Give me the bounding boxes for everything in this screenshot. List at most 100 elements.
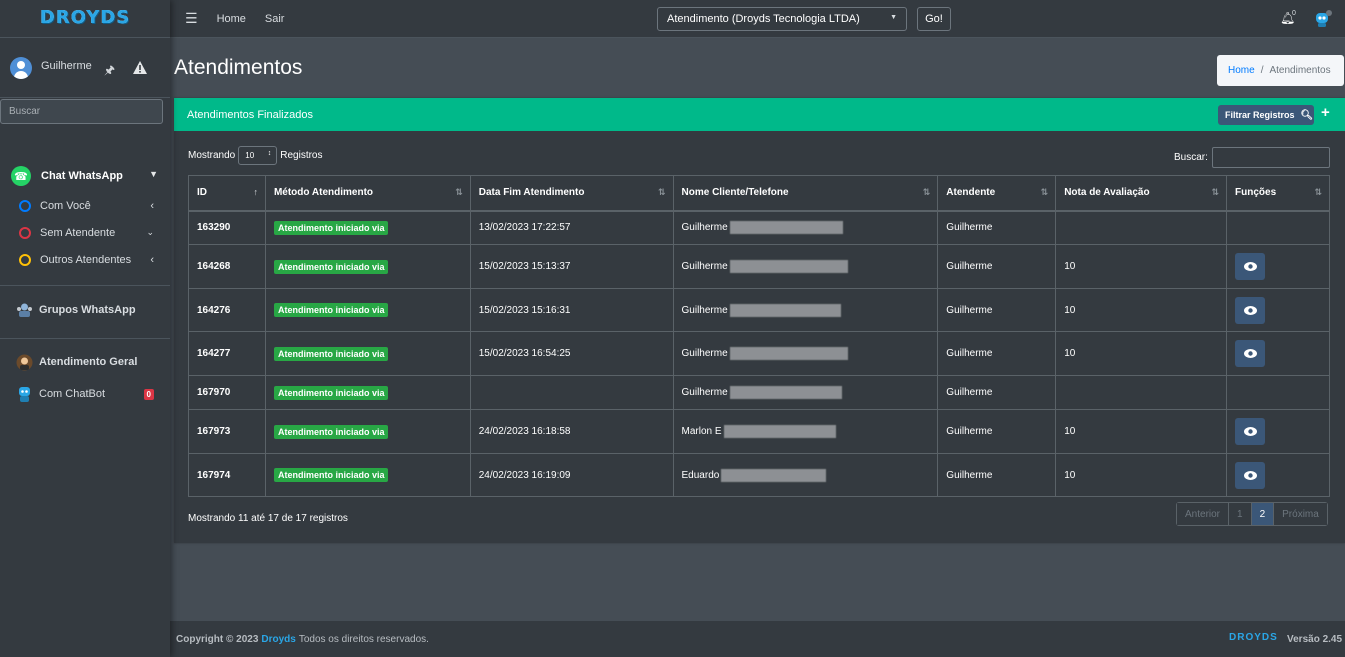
nav-link-sair[interactable]: Sair bbox=[265, 13, 285, 25]
eye-icon bbox=[1243, 305, 1257, 315]
sidebar-item-grupos-whatsapp[interactable]: Grupos WhatsApp bbox=[0, 294, 170, 326]
divider bbox=[0, 285, 170, 286]
column-header-nota[interactable]: Nota de Avaliação ⇅ bbox=[1055, 175, 1228, 212]
sidebar-item-com-voce[interactable]: Com Você ‹ bbox=[0, 192, 170, 219]
column-header-label: ID bbox=[197, 187, 207, 199]
sidebar-item-label: Outros Atendentes bbox=[40, 253, 132, 266]
view-button[interactable] bbox=[1235, 418, 1266, 445]
cell-id: 163290 bbox=[188, 210, 266, 245]
sidebar-item-chat-whatsapp[interactable]: ☎ Chat WhatsApp ▼ bbox=[0, 160, 170, 192]
cell-nota: 10 bbox=[1055, 331, 1228, 376]
robot-status-icon[interactable] bbox=[1314, 10, 1332, 28]
column-header-label: Método Atendimento bbox=[273, 187, 374, 199]
redacted-phone bbox=[729, 386, 842, 399]
client-name: Guilherme bbox=[681, 304, 728, 316]
pagination-page-2[interactable]: 2 bbox=[1251, 503, 1275, 525]
cell-metodo: Atendimento iniciado via bbox=[264, 409, 471, 454]
sidebar-item-sem-atendente[interactable]: Sem Atendente ⌄ bbox=[0, 219, 170, 246]
nav-link-home[interactable]: Home bbox=[217, 13, 246, 25]
page-length-value: 10 bbox=[245, 151, 255, 160]
hamburger-menu-icon[interactable]: ☰ bbox=[185, 10, 198, 27]
plus-icon[interactable]: + bbox=[1321, 104, 1330, 121]
chevron-down-icon: ▼ bbox=[149, 169, 158, 179]
cell-funcoes bbox=[1226, 288, 1330, 332]
table-row[interactable]: 167970 Atendimento iniciado via Guilherm… bbox=[188, 375, 1330, 410]
cell-nome: Guilherme bbox=[672, 331, 939, 376]
brand-logo-area[interactable]: DROYDS bbox=[0, 0, 170, 38]
sidebar-item-atendimento-geral[interactable]: Atendimento Geral bbox=[0, 346, 170, 378]
cell-nome: Marlon E bbox=[672, 409, 939, 454]
cell-nota: 10 bbox=[1055, 244, 1228, 289]
table-row[interactable]: 167974 Atendimento iniciado via 24/02/20… bbox=[188, 453, 1330, 497]
cell-nota: 10 bbox=[1055, 409, 1228, 454]
cell-data bbox=[469, 375, 674, 410]
page-length-select[interactable]: 10 ↕ bbox=[238, 146, 278, 165]
cell-nome: Guilherme bbox=[672, 210, 939, 245]
table-row[interactable]: 167973 Atendimento iniciado via 24/02/20… bbox=[188, 409, 1330, 454]
table-row[interactable]: 163290 Atendimento iniciado via 13/02/20… bbox=[188, 210, 1330, 245]
sidebar-item-label: Sem Atendente bbox=[40, 226, 116, 239]
cell-funcoes bbox=[1226, 375, 1330, 410]
pin-icon[interactable]: 🖈 bbox=[104, 61, 115, 82]
breadcrumb-home[interactable]: Home bbox=[1228, 65, 1255, 76]
client-name: Guilherme bbox=[681, 348, 728, 360]
chevron-down-icon: ▼ bbox=[890, 14, 897, 21]
redacted-phone bbox=[721, 468, 827, 482]
view-button[interactable] bbox=[1235, 340, 1266, 367]
go-button[interactable]: Go! bbox=[917, 7, 951, 31]
cell-atendente: Guilherme bbox=[937, 453, 1057, 497]
warning-icon[interactable] bbox=[133, 61, 147, 74]
show-suffix: Registros bbox=[280, 150, 323, 161]
cell-atendente: Guilherme bbox=[937, 409, 1057, 454]
cell-funcoes bbox=[1226, 244, 1330, 289]
circle-icon bbox=[19, 226, 31, 239]
atendimentos-table: ID ↑ Método Atendimento ⇅ Data Fim Atendim… bbox=[188, 175, 1330, 497]
footer-copyright: Copyright © 2023 bbox=[176, 633, 259, 645]
cell-metodo: Atendimento iniciado via bbox=[264, 375, 471, 410]
pagination-prev[interactable]: Anterior bbox=[1177, 503, 1230, 525]
footer-brand-link[interactable]: Droyds bbox=[261, 634, 295, 645]
robot-icon bbox=[19, 386, 30, 402]
column-header-label: Nota de Avaliação bbox=[1064, 187, 1150, 199]
search-icon: 🔍︎ bbox=[1300, 109, 1314, 121]
cell-funcoes bbox=[1226, 409, 1330, 454]
user-avatar-icon[interactable] bbox=[10, 56, 32, 79]
filter-records-button[interactable]: Filtrar Registros 🔍︎ bbox=[1218, 105, 1314, 125]
sidebar-search-input[interactable]: Buscar bbox=[0, 99, 163, 124]
view-button[interactable] bbox=[1235, 461, 1266, 489]
user-name[interactable]: Guilherme bbox=[41, 60, 92, 72]
column-header-funcoes[interactable]: Funções ⇅ bbox=[1226, 175, 1330, 212]
table-info: Mostrando 11 até 17 de 17 registros bbox=[188, 513, 348, 524]
method-badge: Atendimento iniciado via bbox=[273, 468, 389, 482]
pagination-next[interactable]: Próxima bbox=[1274, 503, 1327, 525]
divider bbox=[0, 338, 170, 339]
view-button[interactable] bbox=[1235, 296, 1266, 324]
column-header-nome[interactable]: Nome Cliente/Telefone ⇅ bbox=[672, 175, 939, 212]
column-header-metodo[interactable]: Método Atendimento ⇅ bbox=[264, 175, 471, 212]
redacted-phone bbox=[723, 425, 836, 438]
sort-icon: ⇅ bbox=[657, 187, 666, 197]
column-header-atendente[interactable]: Atendente ⇅ bbox=[937, 175, 1057, 212]
sidebar-item-com-chatbot[interactable]: Com ChatBot 0 bbox=[0, 378, 170, 410]
cell-data: 13/02/2023 17:22:57 bbox=[469, 210, 674, 245]
table-search-input[interactable] bbox=[1211, 147, 1330, 168]
table-header-row: ID ↑ Método Atendimento ⇅ Data Fim Atendim… bbox=[188, 175, 1330, 212]
company-select[interactable]: Atendimento (Droyds Tecnologia LTDA) ▼ bbox=[657, 7, 907, 31]
table-row[interactable]: 164268 Atendimento iniciado via 15/02/20… bbox=[188, 244, 1330, 289]
footer-rights: Todos os direitos reservados. bbox=[298, 633, 429, 645]
notification-count: 0 bbox=[1292, 10, 1296, 17]
table-row[interactable]: 164276 Atendimento iniciado via 15/02/20… bbox=[188, 288, 1330, 332]
column-header-id[interactable]: ID ↑ bbox=[188, 175, 266, 212]
view-button[interactable] bbox=[1235, 253, 1266, 280]
pagination-page-1[interactable]: 1 bbox=[1229, 503, 1252, 525]
client-name: Guilherme bbox=[681, 387, 728, 399]
client-name: Guilherme bbox=[681, 222, 728, 234]
column-header-data[interactable]: Data Fim Atendimento ⇅ bbox=[469, 175, 674, 212]
table-row[interactable]: 164277 Atendimento iniciado via 15/02/20… bbox=[188, 331, 1330, 376]
brand-logo[interactable]: DROYDS bbox=[40, 7, 130, 28]
cell-atendente: Guilherme bbox=[937, 244, 1057, 289]
sidebar-item-outros-atendentes[interactable]: Outros Atendentes ‹ bbox=[0, 246, 170, 273]
show-label: Mostrando bbox=[188, 150, 236, 161]
cell-nota bbox=[1055, 375, 1228, 410]
method-badge: Atendimento iniciado via bbox=[273, 346, 389, 361]
